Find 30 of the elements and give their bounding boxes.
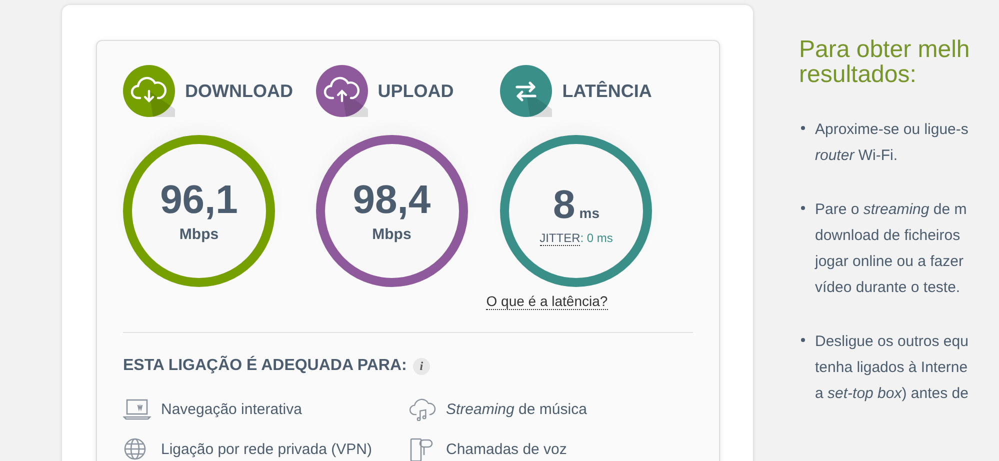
cloud-download-icon — [123, 65, 175, 117]
speed-value: 98,4 — [352, 180, 431, 220]
bullet-icon — [801, 126, 805, 130]
use-case-label: Streaming de música — [446, 400, 587, 418]
latency-value: 8 — [553, 185, 576, 225]
latency-help-link[interactable]: O que é a latência? — [486, 293, 608, 310]
tip-text: Pare o streaming de m download de ficheiros jogar online ou a fazer vídeo durante o teste. — [815, 200, 967, 298]
metric-label: UPLOAD — [378, 80, 454, 102]
tips-title: Para obter melh resultados: — [799, 37, 970, 87]
unit-label: Mbps — [179, 226, 219, 242]
tip-text: Desligue os outros equ tenha ligados à Interne a set-top box) antes de — [815, 332, 968, 404]
use-case-label: Navegação interativa — [161, 400, 302, 418]
use-case-label: Ligação por rede privada (VPN) — [161, 440, 372, 458]
use-case-label: Chamadas de voz — [446, 440, 567, 458]
laptop-icon — [123, 397, 151, 421]
jitter-label: JITTER — [540, 231, 580, 246]
cloud-upload-icon — [316, 65, 368, 117]
cloud-music-icon — [408, 397, 436, 421]
section-heading: ESTA LIGAÇÃO É ADEQUADA PARA: — [123, 357, 407, 375]
bullet-icon — [801, 338, 805, 342]
info-icon[interactable]: i — [412, 358, 430, 374]
bullet-icon — [801, 206, 805, 210]
arrows-icon — [500, 65, 552, 117]
speed-value: 96,1 — [160, 180, 238, 220]
metric-label: DOWNLOAD — [185, 80, 293, 102]
metric-label: LATÊNCIA — [562, 80, 652, 102]
unit-label: Mbps — [372, 226, 412, 242]
jitter-value: : 0 ms — [580, 231, 613, 245]
unit-label: ms — [579, 205, 600, 221]
tip-text: Aproxime-se ou ligue-s router Wi-Fi. — [815, 120, 968, 166]
